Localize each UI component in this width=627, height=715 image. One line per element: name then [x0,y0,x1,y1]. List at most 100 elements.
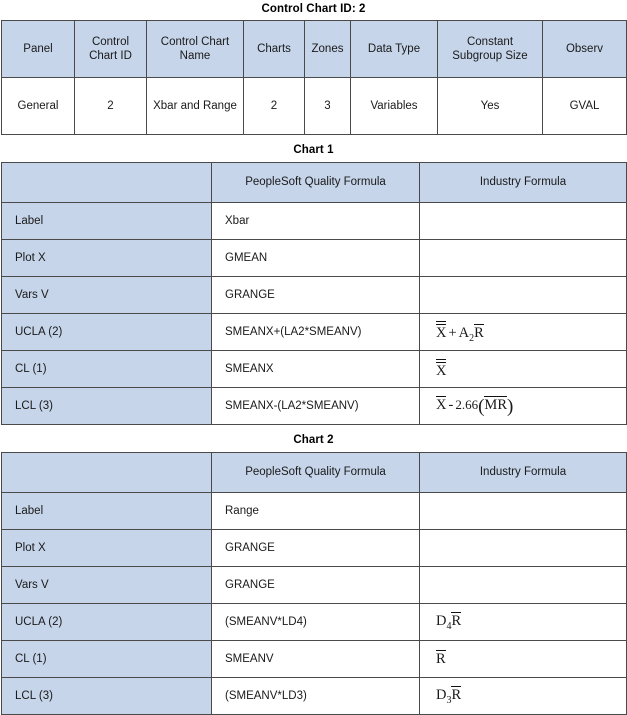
control-chart-summary-table: Panel Control Chart ID Control Chart Nam… [1,20,627,135]
cell-control-chart-id: 2 [74,77,147,135]
table-row: LCL (3) SMEANX-(LA2*SMEANV) X -2.66(MR) [1,387,627,425]
paren-close: ) [506,396,514,417]
cell-chart2-industry-label [419,492,627,530]
table-header-row: PeopleSoft Quality Formula Industry Form… [1,452,627,493]
table-row: General 2 Xbar and Range 2 3 Variables Y… [1,77,627,135]
cell-chart1-peoplesoft-label: Xbar [211,202,420,240]
minus-operator: - [448,397,454,413]
table-row: Plot X GRANGE [1,529,627,567]
row-label-chart2-lcl: LCL (3) [1,677,212,715]
formula-xdoublebar-plus-a2rbar: X + A2R [436,320,484,344]
formula-xbar-minus-266-mrbar: X -2.66(MR) [436,396,513,416]
table-row: LCL (3) (SMEANV*LD3) D3R [1,677,627,715]
formula-rbar: R [436,650,446,667]
cell-chart1-industry-plot-x [419,239,627,277]
cell-constant-subgroup-size: Yes [437,77,543,135]
cell-chart1-industry-cl: X [419,350,627,388]
mr-bar-glyph: MR [484,396,507,413]
column-header-industry-formula: Industry Formula [419,162,627,203]
column-header-chart2-blank [1,452,212,493]
plus-operator: + [448,324,457,341]
constant-266: 2.66 [455,397,479,412]
cell-chart2-industry-ucla: D4R [419,603,627,641]
table-row: Label Range [1,492,627,530]
column-header-peoplesoft-formula: PeopleSoft Quality Formula [211,452,420,493]
row-label-chart2-plot-x: Plot X [1,529,212,567]
cell-panel: General [1,77,75,135]
r-bar-glyph: R [451,612,462,630]
cell-chart2-industry-vars-v [419,566,627,604]
row-label-chart2-cl: CL (1) [1,640,212,678]
chart2-title: Chart 2 [293,434,334,446]
cell-chart2-peoplesoft-label: Range [211,492,420,530]
cell-chart2-industry-cl: R [419,640,627,678]
cell-chart1-industry-ucla: X + A2R [419,313,627,351]
table-row: UCLA (2) SMEANX+(LA2*SMEANV) X + A2R [1,313,627,351]
formula-xdoublebar: X [436,358,447,379]
r-glyph: R [497,397,507,413]
row-label-chart1-cl: CL (1) [1,350,212,388]
row-label-chart1-vars-v: Vars V [1,276,212,314]
row-label-chart2-ucla: UCLA (2) [1,603,212,641]
chart1-title: Chart 1 [293,144,334,156]
r-bar-glyph: R [474,323,484,341]
table-header-row: Panel Control Chart ID Control Chart Nam… [1,20,627,78]
cell-chart2-peoplesoft-vars-v: GRANGE [211,566,420,604]
column-header-chart1-blank [1,162,212,203]
cell-data-type: Variables [350,77,438,135]
table-header-row: PeopleSoft Quality Formula Industry Form… [1,162,627,203]
x-bar-glyph: X [436,396,447,413]
cell-chart1-industry-vars-v [419,276,627,314]
cell-chart2-industry-plot-x [419,529,627,567]
row-label-chart1-label: Label [1,202,212,240]
cell-observ: GVAL [542,77,627,135]
column-header-data-type: Data Type [350,20,438,78]
table-row: Plot X GMEAN [1,239,627,277]
column-header-industry-formula: Industry Formula [419,452,627,493]
a-constant-glyph: A [458,324,470,341]
row-label-chart1-plot-x: Plot X [1,239,212,277]
column-header-charts: Charts [243,20,305,78]
r-bar-glyph: R [436,650,446,668]
x-double-bar-glyph: X [436,320,447,341]
row-label-chart2-vars-v: Vars V [1,566,212,604]
row-label-chart1-lcl: LCL (3) [1,387,212,425]
cell-control-chart-name: Xbar and Range [146,77,244,135]
chart2-formula-table: PeopleSoft Quality Formula Industry Form… [1,452,627,715]
column-header-observ: Observ [542,20,627,78]
x-double-bar-glyph: X [436,358,447,379]
cell-chart1-industry-lcl: X -2.66(MR) [419,387,627,425]
row-label-chart1-ucla: UCLA (2) [1,313,212,351]
column-header-constant-subgroup-size: Constant Subgroup Size [437,20,543,78]
table-row: CL (1) SMEANV R [1,640,627,678]
cell-chart2-industry-lcl: D3R [419,677,627,715]
formula-d4-rbar: D4R [436,612,461,632]
cell-chart1-peoplesoft-ucla: SMEANX+(LA2*SMEANV) [211,313,420,351]
table-row: CL (1) SMEANX X [1,350,627,388]
cell-chart1-industry-label [419,202,627,240]
cell-zones: 3 [304,77,351,135]
cell-chart2-peoplesoft-plot-x: GRANGE [211,529,420,567]
cell-chart2-peoplesoft-cl: SMEANV [211,640,420,678]
table-row: Vars V GRANGE [1,566,627,604]
chart1-formula-table: PeopleSoft Quality Formula Industry Form… [1,162,627,425]
page-root: Control Chart ID: 2 Panel Control Chart … [0,0,627,715]
cell-chart2-peoplesoft-ucla: (SMEANV*LD4) [211,603,420,641]
table-row: UCLA (2) (SMEANV*LD4) D4R [1,603,627,641]
m-glyph: M [484,397,498,413]
cell-chart1-peoplesoft-cl: SMEANX [211,350,420,388]
column-header-panel: Panel [1,20,75,78]
d-constant-glyph: D [436,613,447,630]
row-label-chart2-label: Label [1,492,212,530]
cell-charts: 2 [243,77,305,135]
r-bar-glyph: R [451,686,462,704]
cell-chart1-peoplesoft-lcl: SMEANX-(LA2*SMEANV) [211,387,420,425]
column-header-control-chart-id: Control Chart ID [74,20,147,78]
column-header-zones: Zones [304,20,351,78]
cell-chart1-peoplesoft-plot-x: GMEAN [211,239,420,277]
cell-chart1-peoplesoft-vars-v: GRANGE [211,276,420,314]
table-row: Vars V GRANGE [1,276,627,314]
column-header-control-chart-name: Control Chart Name [146,20,244,78]
d-constant-glyph: D [436,687,447,704]
cell-chart2-peoplesoft-lcl: (SMEANV*LD3) [211,677,420,715]
